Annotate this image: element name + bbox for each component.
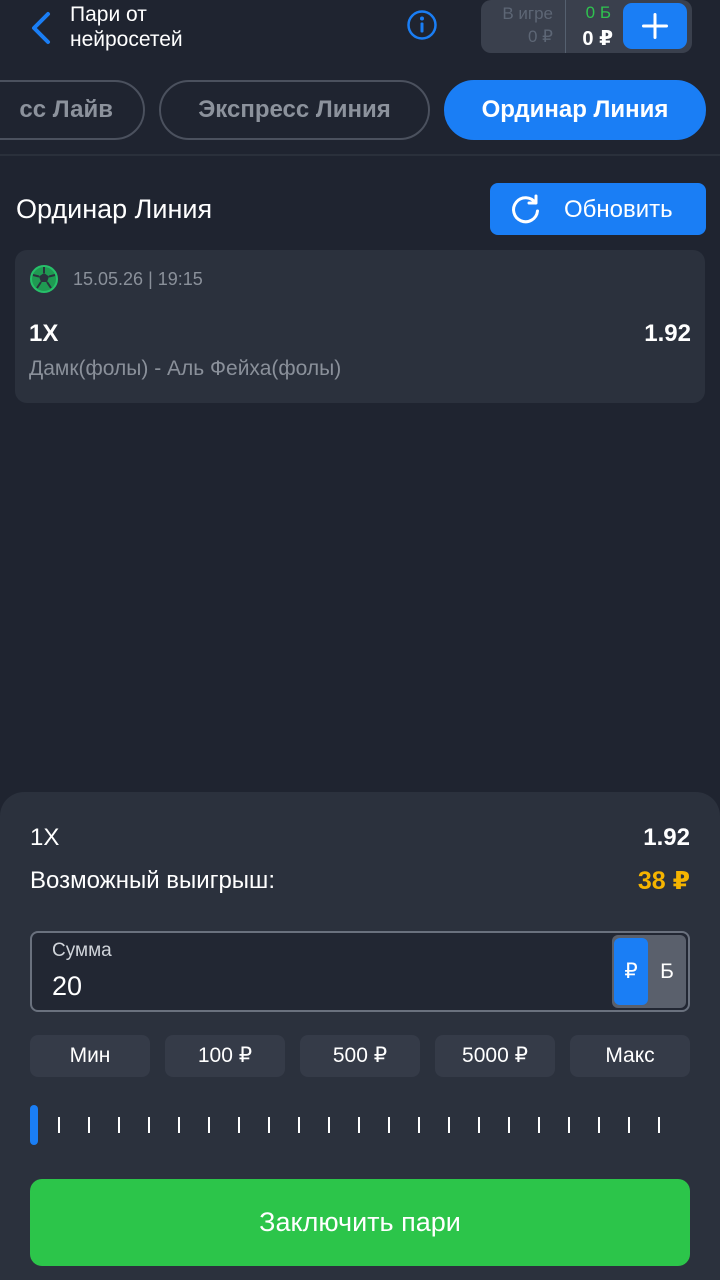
- page-title: Пари от нейросетей: [70, 2, 330, 52]
- currency-rub-option[interactable]: ₽: [614, 938, 648, 1005]
- bet-type-tabs: сс Лайв Экспресс Линия Ординар Линия: [0, 80, 720, 142]
- bet-card[interactable]: 15.05.26 | 19:15 1X 1.92 Дамк(фолы) - Ал…: [15, 250, 705, 403]
- currency-bonus-option[interactable]: Б: [650, 938, 684, 1005]
- slider-thumb[interactable]: [30, 1105, 38, 1145]
- slider-tick: [418, 1117, 420, 1133]
- add-funds-button[interactable]: [623, 3, 687, 49]
- possible-win-label: Возможный выигрыш:: [30, 867, 275, 894]
- page-title-line1: Пари от: [70, 3, 147, 26]
- refresh-button[interactable]: Обновить: [490, 183, 706, 235]
- section-title: Ординар Линия: [16, 194, 213, 224]
- slider-tick: [328, 1117, 330, 1133]
- slip-outcome: 1X: [30, 824, 60, 851]
- slider-tick: [538, 1117, 540, 1133]
- slider-tick: [238, 1117, 240, 1133]
- refresh-label: Обновить: [564, 196, 673, 223]
- slider-tick: [178, 1117, 180, 1133]
- bet-outcome: 1X: [29, 320, 59, 347]
- bet-odds: 1.92: [644, 320, 691, 347]
- slider-tick: [118, 1117, 120, 1133]
- header: Пари от нейросетей В игре 0 ₽ 0 Б 0 ₽: [0, 0, 720, 66]
- slider-tick: [388, 1117, 390, 1133]
- in-game-label: В игре: [502, 4, 553, 23]
- stake-amount-field[interactable]: Сумма 20 ₽ Б: [30, 931, 690, 1012]
- slip-odds: 1.92: [643, 824, 690, 851]
- preset-max-button[interactable]: Макс: [570, 1035, 690, 1077]
- preset-500-button[interactable]: 500 ₽: [300, 1035, 420, 1077]
- in-game-balance: В игре 0 ₽: [481, 0, 566, 53]
- slider-tick: [268, 1117, 270, 1133]
- bet-slip: 1X 1.92 Возможный выигрыш: 38 ₽ Сумма 20…: [0, 792, 720, 1280]
- stake-amount-label: Сумма: [52, 940, 112, 961]
- slider-tick: [478, 1117, 480, 1133]
- stake-slider[interactable]: [30, 1105, 670, 1145]
- plus-icon: [642, 13, 668, 39]
- soccer-ball-icon: [30, 265, 58, 293]
- event-datetime: 15.05.26 | 19:15: [73, 269, 203, 289]
- slider-tick: [658, 1117, 660, 1133]
- balance-widget: В игре 0 ₽ 0 Б 0 ₽: [481, 0, 692, 53]
- slider-tick: [88, 1117, 90, 1133]
- possible-win-value: 38 ₽: [637, 867, 690, 895]
- slider-tick: [58, 1117, 60, 1133]
- back-chevron-icon[interactable]: [26, 8, 56, 48]
- slider-tick: [298, 1117, 300, 1133]
- refresh-icon: [512, 194, 539, 224]
- preset-min-button[interactable]: Мин: [30, 1035, 150, 1077]
- slider-tick: [628, 1117, 630, 1133]
- match-name: Дамк(фолы) - Аль Фейха(фолы): [29, 357, 342, 380]
- tab-express-line[interactable]: Экспресс Линия: [159, 80, 430, 140]
- preset-5000-button[interactable]: 5000 ₽: [435, 1035, 555, 1077]
- slider-tick: [508, 1117, 510, 1133]
- tab-single-line[interactable]: Ординар Линия: [444, 80, 706, 140]
- slider-tick: [358, 1117, 360, 1133]
- bonus-balance: 0 Б: [585, 3, 611, 22]
- page-title-line2: нейросетей: [70, 28, 183, 51]
- preset-100-button[interactable]: 100 ₽: [165, 1035, 285, 1077]
- stake-amount-input[interactable]: 20: [52, 971, 82, 1002]
- place-bet-button[interactable]: Заключить пари: [30, 1179, 690, 1266]
- tabs-divider: [0, 154, 720, 156]
- stake-presets: Мин 100 ₽ 500 ₽ 5000 ₽ Макс: [30, 1035, 690, 1077]
- in-game-value: 0 ₽: [528, 27, 553, 46]
- slider-tick: [568, 1117, 570, 1133]
- currency-toggle[interactable]: ₽ Б: [612, 935, 686, 1008]
- rub-balance: 0 ₽: [582, 28, 613, 50]
- slider-tick: [598, 1117, 600, 1133]
- slider-tick: [448, 1117, 450, 1133]
- tab-express-live[interactable]: сс Лайв: [0, 80, 145, 140]
- slider-tick: [148, 1117, 150, 1133]
- info-icon[interactable]: [406, 9, 438, 41]
- slider-tick: [208, 1117, 210, 1133]
